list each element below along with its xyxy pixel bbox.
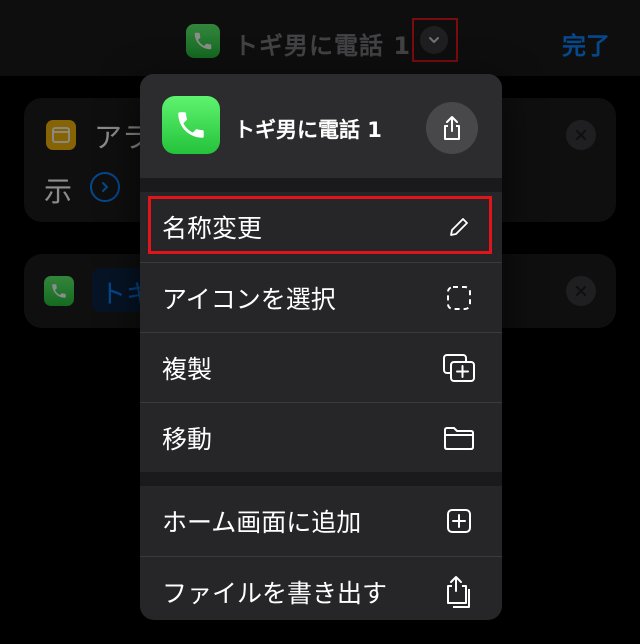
menu-header: トギ男に電話 1 <box>140 74 502 178</box>
context-menu: トギ男に電話 1 名称変更 アイコンを選択 複製 移動 ホーム画面に追加 ファイ… <box>140 74 502 620</box>
menu-title: トギ男に電話 1 <box>234 118 382 142</box>
folder-icon <box>442 421 476 455</box>
phone-icon <box>162 96 220 154</box>
menu-separator <box>140 178 502 192</box>
add-to-home-menu-item[interactable]: ホーム画面に追加 <box>140 486 502 556</box>
export-file-menu-item[interactable]: ファイルを書き出す <box>140 556 502 620</box>
menu-item-label: 複製 <box>162 354 213 384</box>
duplicate-menu-item[interactable]: 複製 <box>140 332 502 402</box>
menu-item-label: ホーム画面に追加 <box>162 508 362 537</box>
menu-item-label: ファイルを書き出す <box>162 578 388 608</box>
move-menu-item[interactable]: 移動 <box>140 402 502 472</box>
duplicate-icon <box>442 351 476 385</box>
menu-item-label: アイコンを選択 <box>162 284 336 314</box>
plus-square-icon <box>442 504 476 538</box>
share-icon <box>442 575 476 609</box>
dashed-square-icon <box>442 281 476 315</box>
share-icon[interactable] <box>426 102 478 154</box>
choose-icon-menu-item[interactable]: アイコンを選択 <box>140 262 502 332</box>
menu-separator <box>140 472 502 486</box>
menu-item-label: 移動 <box>162 424 213 454</box>
highlight-frame-rename <box>148 196 492 254</box>
